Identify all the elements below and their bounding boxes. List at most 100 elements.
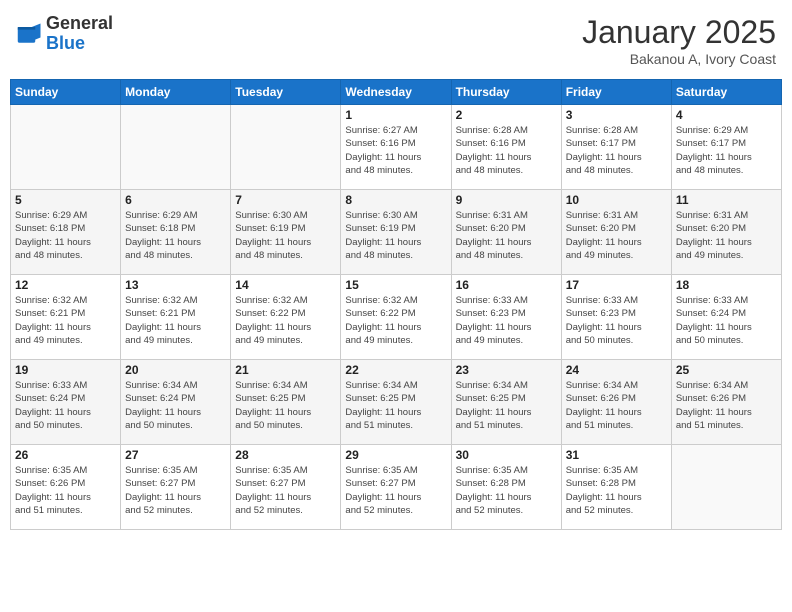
day-number: 15 [345,278,446,292]
day-number: 10 [566,193,667,207]
weekday-tuesday: Tuesday [231,80,341,105]
day-detail: Sunrise: 6:35 AM Sunset: 6:28 PM Dayligh… [456,464,557,517]
day-detail: Sunrise: 6:29 AM Sunset: 6:18 PM Dayligh… [15,209,116,262]
day-detail: Sunrise: 6:30 AM Sunset: 6:19 PM Dayligh… [345,209,446,262]
page-header: General Blue January 2025 Bakanou A, Ivo… [10,10,782,71]
table-cell: 31Sunrise: 6:35 AM Sunset: 6:28 PM Dayli… [561,445,671,530]
table-cell: 5 Sunrise: 6:29 AM Sunset: 6:18 PM Daylig… [11,190,121,275]
day-detail: Sunrise: 6:31 AM Sunset: 6:20 PM Dayligh… [456,209,557,262]
table-cell: 22 Sunrise: 6:34 AM Sunset: 6:25 PM Dayli… [341,360,451,445]
table-cell: 24 Sunrise: 6:34 AM Sunset: 6:26 PM Dayli… [561,360,671,445]
day-detail: Sunrise: 6:33 AM Sunset: 6:23 PM Dayligh… [456,294,557,347]
day-number: 8 [345,193,446,207]
day-detail: Sunrise: 6:32 AM Sunset: 6:22 PM Dayligh… [345,294,446,347]
day-number: 27 [125,448,226,462]
day-number: 17 [566,278,667,292]
day-detail: Sunrise: 6:33 AM Sunset: 6:23 PM Dayligh… [566,294,667,347]
table-cell: 14Sunrise: 6:32 AM Sunset: 6:22 PM Dayli… [231,275,341,360]
day-number: 7 [235,193,336,207]
table-cell: 28 Sunrise: 6:35 AM Sunset: 6:27 PM Dayli… [231,445,341,530]
day-detail: Sunrise: 6:34 AM Sunset: 6:25 PM Dayligh… [235,379,336,432]
day-number: 29 [345,448,446,462]
day-detail: Sunrise: 6:30 AM Sunset: 6:19 PM Dayligh… [235,209,336,262]
day-number: 2 [456,108,557,122]
table-cell [121,105,231,190]
weekday-wednesday: Wednesday [341,80,451,105]
table-cell: 16 Sunrise: 6:33 AM Sunset: 6:23 PM Dayli… [451,275,561,360]
day-number: 22 [345,363,446,377]
day-detail: Sunrise: 6:28 AM Sunset: 6:16 PM Dayligh… [456,124,557,177]
week-row-2: 5 Sunrise: 6:29 AM Sunset: 6:18 PM Daylig… [11,190,782,275]
table-cell: 17 Sunrise: 6:33 AM Sunset: 6:23 PM Dayli… [561,275,671,360]
table-cell: 12 Sunrise: 6:32 AM Sunset: 6:21 PM Dayli… [11,275,121,360]
table-cell: 18Sunrise: 6:33 AM Sunset: 6:24 PM Dayli… [671,275,781,360]
day-number: 30 [456,448,557,462]
weekday-friday: Friday [561,80,671,105]
table-cell: 1 Sunrise: 6:27 AM Sunset: 6:16 PM Daylig… [341,105,451,190]
logo-text: General Blue [46,14,113,54]
table-cell: 26 Sunrise: 6:35 AM Sunset: 6:26 PM Dayli… [11,445,121,530]
table-cell: 23 Sunrise: 6:34 AM Sunset: 6:25 PM Dayli… [451,360,561,445]
table-cell: 13Sunrise: 6:32 AM Sunset: 6:21 PM Dayli… [121,275,231,360]
day-number: 9 [456,193,557,207]
table-cell: 19Sunrise: 6:33 AM Sunset: 6:24 PM Dayli… [11,360,121,445]
calendar-header: SundayMondayTuesdayWednesdayThursdayFrid… [11,80,782,105]
day-number: 5 [15,193,116,207]
week-row-4: 19Sunrise: 6:33 AM Sunset: 6:24 PM Dayli… [11,360,782,445]
day-number: 25 [676,363,777,377]
day-detail: Sunrise: 6:28 AM Sunset: 6:17 PM Dayligh… [566,124,667,177]
day-detail: Sunrise: 6:35 AM Sunset: 6:27 PM Dayligh… [235,464,336,517]
weekday-monday: Monday [121,80,231,105]
table-cell: 8 Sunrise: 6:30 AM Sunset: 6:19 PM Daylig… [341,190,451,275]
day-number: 26 [15,448,116,462]
day-detail: Sunrise: 6:32 AM Sunset: 6:21 PM Dayligh… [15,294,116,347]
day-detail: Sunrise: 6:34 AM Sunset: 6:25 PM Dayligh… [456,379,557,432]
weekday-row: SundayMondayTuesdayWednesdayThursdayFrid… [11,80,782,105]
day-detail: Sunrise: 6:29 AM Sunset: 6:17 PM Dayligh… [676,124,777,177]
week-row-3: 12 Sunrise: 6:32 AM Sunset: 6:21 PM Dayli… [11,275,782,360]
day-number: 14 [235,278,336,292]
table-cell: 30 Sunrise: 6:35 AM Sunset: 6:28 PM Dayli… [451,445,561,530]
day-number: 28 [235,448,336,462]
day-detail: Sunrise: 6:34 AM Sunset: 6:25 PM Dayligh… [345,379,446,432]
day-number: 18 [676,278,777,292]
day-detail: Sunrise: 6:34 AM Sunset: 6:26 PM Dayligh… [566,379,667,432]
weekday-thursday: Thursday [451,80,561,105]
week-row-1: 1 Sunrise: 6:27 AM Sunset: 6:16 PM Daylig… [11,105,782,190]
day-detail: Sunrise: 6:34 AM Sunset: 6:24 PM Dayligh… [125,379,226,432]
day-number: 6 [125,193,226,207]
table-cell: 20Sunrise: 6:34 AM Sunset: 6:24 PM Dayli… [121,360,231,445]
table-cell: 21Sunrise: 6:34 AM Sunset: 6:25 PM Dayli… [231,360,341,445]
table-cell [11,105,121,190]
day-number: 16 [456,278,557,292]
calendar-table: SundayMondayTuesdayWednesdayThursdayFrid… [10,79,782,530]
day-number: 13 [125,278,226,292]
table-cell: 11 Sunrise: 6:31 AM Sunset: 6:20 PM Dayli… [671,190,781,275]
table-cell: 9 Sunrise: 6:31 AM Sunset: 6:20 PM Daylig… [451,190,561,275]
day-detail: Sunrise: 6:33 AM Sunset: 6:24 PM Dayligh… [15,379,116,432]
table-cell: 2 Sunrise: 6:28 AM Sunset: 6:16 PM Daylig… [451,105,561,190]
day-detail: Sunrise: 6:31 AM Sunset: 6:20 PM Dayligh… [676,209,777,262]
day-number: 11 [676,193,777,207]
day-number: 1 [345,108,446,122]
table-cell: 3Sunrise: 6:28 AM Sunset: 6:17 PM Daylig… [561,105,671,190]
table-cell: 27Sunrise: 6:35 AM Sunset: 6:27 PM Dayli… [121,445,231,530]
table-cell: 25Sunrise: 6:34 AM Sunset: 6:26 PM Dayli… [671,360,781,445]
month-title: January 2025 [582,14,776,51]
calendar-body: 1 Sunrise: 6:27 AM Sunset: 6:16 PM Daylig… [11,105,782,530]
table-cell: 6Sunrise: 6:29 AM Sunset: 6:18 PM Daylig… [121,190,231,275]
day-number: 24 [566,363,667,377]
day-detail: Sunrise: 6:35 AM Sunset: 6:26 PM Dayligh… [15,464,116,517]
day-detail: Sunrise: 6:31 AM Sunset: 6:20 PM Dayligh… [566,209,667,262]
week-row-5: 26 Sunrise: 6:35 AM Sunset: 6:26 PM Dayli… [11,445,782,530]
location-text: Bakanou A, Ivory Coast [582,51,776,67]
title-block: January 2025 Bakanou A, Ivory Coast [582,14,776,67]
table-cell: 15 Sunrise: 6:32 AM Sunset: 6:22 PM Dayli… [341,275,451,360]
table-cell [231,105,341,190]
day-detail: Sunrise: 6:35 AM Sunset: 6:27 PM Dayligh… [345,464,446,517]
day-detail: Sunrise: 6:27 AM Sunset: 6:16 PM Dayligh… [345,124,446,177]
table-cell: 7 Sunrise: 6:30 AM Sunset: 6:19 PM Daylig… [231,190,341,275]
day-number: 12 [15,278,116,292]
table-cell: 4Sunrise: 6:29 AM Sunset: 6:17 PM Daylig… [671,105,781,190]
day-number: 23 [456,363,557,377]
